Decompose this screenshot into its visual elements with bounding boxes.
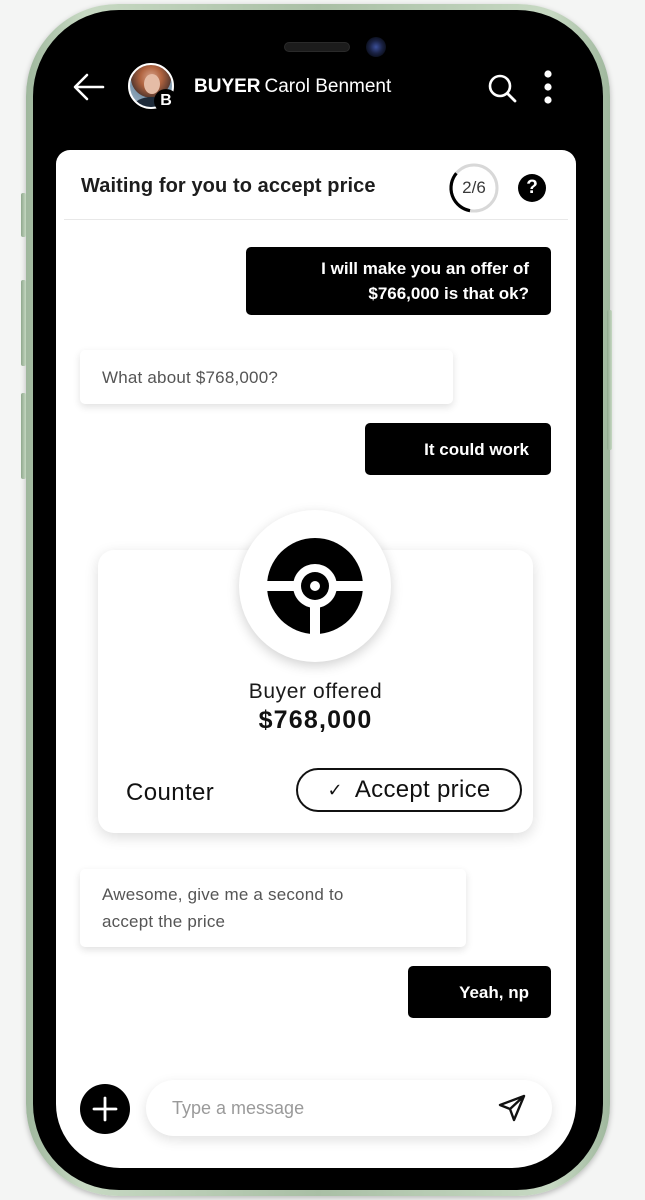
search-button[interactable] [486, 72, 518, 104]
message-text: What about $768,000? [102, 367, 279, 387]
message-outgoing: It could work [365, 423, 551, 475]
check-icon: ✓ [327, 779, 343, 800]
message-line: Awesome, give me a second to [102, 885, 344, 904]
phone-power-button [607, 310, 612, 450]
counter-button[interactable]: Counter [126, 775, 246, 811]
accept-price-label: Accept price [354, 776, 491, 803]
message-line: accept the price [102, 912, 226, 931]
offer-emblem-icon [267, 538, 363, 634]
arrow-left-icon [73, 73, 105, 101]
message-outgoing: I will make you an offer of $766,000 is … [246, 247, 551, 315]
search-icon [488, 74, 517, 103]
more-options-button[interactable] [536, 69, 560, 105]
phone-volume-up [21, 280, 26, 366]
accept-price-button[interactable]: ✓ Accept price [296, 768, 522, 812]
avatar-role-badge: B [154, 89, 178, 113]
phone-speaker [284, 42, 350, 52]
front-camera [366, 37, 386, 57]
send-button[interactable] [496, 1092, 528, 1124]
message-incoming: Awesome, give me a second to accept the … [80, 869, 466, 947]
add-attachment-button[interactable] [80, 1084, 130, 1134]
phone-mute-switch [21, 193, 26, 237]
message-text: I will make you an offer of $766,000 is … [321, 256, 529, 306]
send-icon [498, 1094, 526, 1122]
message-line: I will make you an offer of [321, 259, 529, 278]
help-icon: ? [526, 177, 538, 198]
plus-icon [92, 1096, 118, 1122]
message-incoming: What about $768,000? [80, 350, 453, 404]
back-button[interactable] [72, 72, 106, 102]
message-outgoing: Yeah, np [408, 966, 551, 1018]
contact-name[interactable]: BUYER Carol Benment [194, 76, 391, 98]
contact-role: BUYER [194, 76, 261, 97]
message-composer [146, 1080, 552, 1136]
chat-screen: Waiting for you to accept price 2/6 ? I … [56, 150, 576, 1168]
message-text: Awesome, give me a second to accept the … [102, 881, 344, 935]
phone-volume-down [21, 393, 26, 479]
message-text: It could work [424, 439, 529, 459]
message-input[interactable] [172, 1090, 472, 1126]
message-line: $766,000 is that ok? [368, 284, 529, 303]
help-button[interactable]: ? [518, 174, 546, 202]
offer-amount: $768,000 [258, 706, 373, 734]
status-text: Waiting for you to accept price [81, 175, 376, 197]
step-progress-ring: 2/6 [448, 162, 500, 214]
negotiation-status-bar: Waiting for you to accept price 2/6 ? [64, 150, 568, 220]
chat-header: B BUYER Carol Benment [56, 60, 576, 116]
offer-label: Buyer offered [248, 680, 383, 703]
more-vertical-icon [544, 70, 552, 104]
contact-full-name: Carol Benment [264, 76, 392, 97]
step-progress-label: 2/6 [462, 178, 486, 197]
offer-emblem [239, 510, 391, 662]
message-text: Yeah, np [459, 982, 529, 1002]
